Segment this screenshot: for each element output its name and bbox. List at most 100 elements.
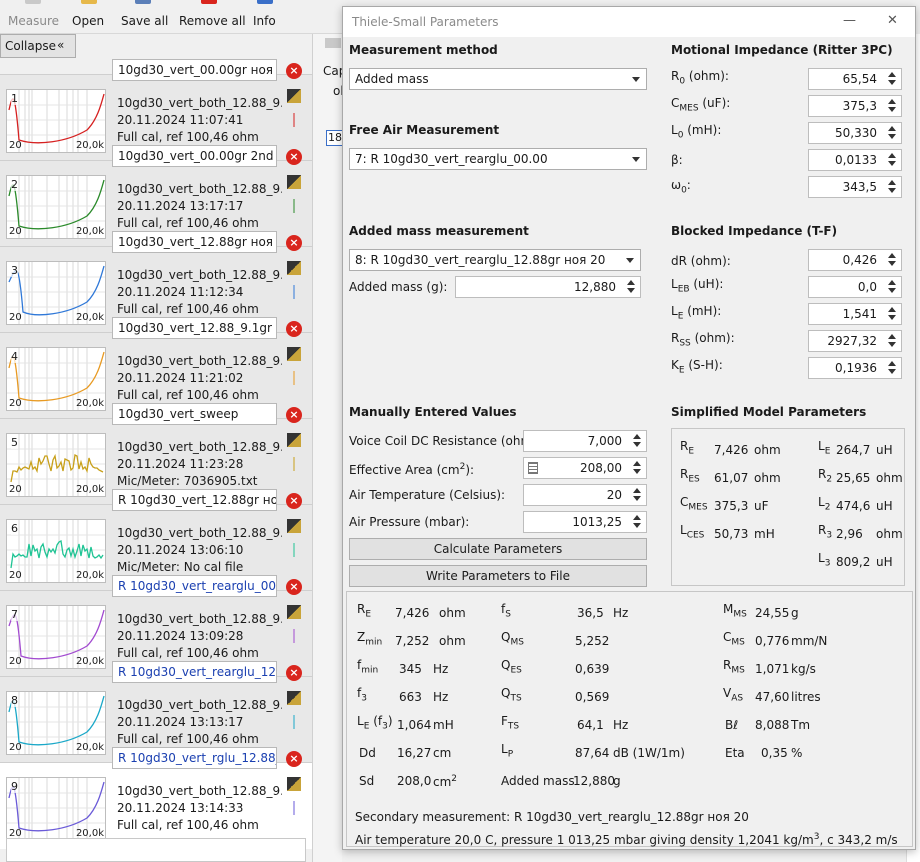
measurement-thumbnail[interactable]: 3 20 20,0k <box>6 261 106 325</box>
l0-input[interactable]: 50,330 <box>808 122 902 144</box>
omega0-input[interactable]: 343,5 <box>808 176 902 198</box>
minimize-icon[interactable]: — <box>843 13 856 28</box>
spinner-icon[interactable] <box>631 433 643 449</box>
remove-measurement-icon[interactable]: × <box>286 579 302 595</box>
voice-coil-input[interactable]: 7,000 <box>523 430 647 452</box>
measurement-name-field[interactable]: R 10gd30_vert_rearglu_00.00 <box>112 575 277 597</box>
save-measurement-icon[interactable] <box>287 175 301 189</box>
result-bl-value: 8,088 <box>755 718 790 732</box>
info-button[interactable]: Info <box>253 0 277 34</box>
measurement-method-select[interactable]: Added mass <box>349 68 647 90</box>
le-input[interactable]: 1,541 <box>808 303 902 325</box>
spinner-icon[interactable] <box>886 279 898 295</box>
spinner-icon[interactable] <box>631 514 643 530</box>
leb-input[interactable]: 0,0 <box>808 276 902 298</box>
save-all-button[interactable]: Save all <box>121 0 168 34</box>
measurement-name-field[interactable]: 10gd30_vert_sweep <box>112 403 277 425</box>
measurement-thumbnail[interactable]: 9 20 20,0k <box>6 777 106 841</box>
save-measurement-icon[interactable] <box>287 519 301 533</box>
line-color-icon[interactable] <box>287 371 301 385</box>
cmes-input[interactable]: 375,3 <box>808 95 902 117</box>
spinner-icon[interactable] <box>631 460 643 476</box>
remove-measurement-icon[interactable]: × <box>286 63 302 79</box>
remove-measurement-icon[interactable]: × <box>286 321 302 337</box>
measurement-thumbnail[interactable]: 4 20 20,0k <box>6 347 106 411</box>
measurement-thumbnail[interactable]: 2 20 20,0k <box>6 175 106 239</box>
measurement-thumbnail[interactable]: 6 20 20,0k <box>6 519 106 583</box>
spinner-icon[interactable] <box>886 125 898 141</box>
line-color-icon[interactable] <box>287 113 301 127</box>
spinner-icon[interactable] <box>886 179 898 195</box>
result-lef3-value: 1,064 <box>397 718 432 732</box>
save-measurement-icon[interactable] <box>287 89 301 103</box>
save-measurement-icon[interactable] <box>287 691 301 705</box>
added-mass-measurement-select[interactable]: 8: R 10gd30_vert_rearglu_12.88gr ноя 20 <box>349 249 641 271</box>
remove-measurement-icon[interactable]: × <box>286 149 302 165</box>
remove-all-button[interactable]: Remove all <box>179 0 246 34</box>
simplified-r3: R3 2,96 ohm <box>818 523 903 541</box>
measurement-name-field[interactable]: 10gd30_vert_00.00gr 2nd <box>112 145 277 167</box>
remove-measurement-icon[interactable]: × <box>286 407 302 423</box>
measurement-name-field[interactable]: R 10gd30_vert_12.88gr ноя 2 <box>112 489 277 511</box>
measurement-thumbnail[interactable]: 5 20 20,0k <box>6 433 106 497</box>
measurement-name-field[interactable]: 10gd30_vert_12.88_9.1gr <box>112 317 277 339</box>
free-air-select[interactable]: 7: R 10gd30_vert_rearglu_00.00 <box>349 148 647 170</box>
line-color-icon[interactable] <box>287 629 301 643</box>
air-pressure-input[interactable]: 1013,25 <box>523 511 647 533</box>
measurement-thumbnail[interactable]: 1 20 20,0k <box>6 89 106 153</box>
write-parameters-button[interactable]: Write Parameters to File <box>349 565 647 587</box>
spinner-icon[interactable] <box>886 71 898 87</box>
remove-measurement-icon[interactable]: × <box>286 235 302 251</box>
result-eta-value: 0,35 <box>761 746 788 760</box>
remove-measurement-icon[interactable]: × <box>286 751 302 767</box>
effective-area-input[interactable]: 208,00 <box>523 457 647 479</box>
spinner-icon[interactable] <box>886 252 898 268</box>
main-toolbar: Measure Open Save all Remove all Info <box>0 0 342 34</box>
save-measurement-icon[interactable] <box>287 433 301 447</box>
remove-measurement-icon[interactable]: × <box>286 665 302 681</box>
free-air-heading: Free Air Measurement <box>349 123 500 137</box>
open-button[interactable]: Open <box>72 0 106 34</box>
save-measurement-icon[interactable] <box>287 777 301 791</box>
close-icon[interactable]: ✕ <box>887 13 898 28</box>
spinner-icon[interactable] <box>886 306 898 322</box>
save-measurement-icon[interactable] <box>287 347 301 361</box>
added-mass-input[interactable]: 12,880 <box>455 276 641 298</box>
measurement-name-field[interactable]: 10gd30_vert_00.00gr ноя 2 <box>112 59 277 81</box>
spinner-icon[interactable] <box>886 98 898 114</box>
line-color-icon[interactable] <box>287 801 301 815</box>
remove-measurement-icon[interactable]: × <box>286 493 302 509</box>
line-color-icon[interactable] <box>287 285 301 299</box>
notes-box[interactable] <box>6 838 306 862</box>
spinner-icon[interactable] <box>631 487 643 503</box>
spinner-icon[interactable] <box>625 279 637 295</box>
beta-input[interactable]: 0,0133 <box>808 149 902 171</box>
measurement-date: 20.11.2024 11:21:02 <box>117 371 244 385</box>
calculator-icon[interactable] <box>528 462 538 474</box>
ts-parameters-dialog: Thiele-Small Parameters — ✕ Measurement … <box>342 6 916 850</box>
line-color-icon[interactable] <box>287 715 301 729</box>
line-color-icon[interactable] <box>287 199 301 213</box>
save-measurement-icon[interactable] <box>287 261 301 275</box>
measurement-name-field[interactable]: R 10gd30_vert_rglu_12.88_9. <box>112 747 277 769</box>
dr-input[interactable]: 0,426 <box>808 249 902 271</box>
r0-input[interactable]: 65,54 <box>808 68 902 90</box>
simplified-re: RE 7,426 ohm <box>680 439 781 457</box>
spinner-icon[interactable] <box>886 152 898 168</box>
spinner-icon[interactable] <box>886 333 898 349</box>
line-color-icon[interactable] <box>287 457 301 471</box>
measure-button[interactable]: Measure <box>8 0 59 34</box>
measurement-thumbnail[interactable]: 8 20 20,0k <box>6 691 106 755</box>
measurement-name-field[interactable]: R 10gd30_vert_rearglu_12.88 <box>112 661 277 683</box>
measurement-thumbnail[interactable]: 7 20 20,0k <box>6 605 106 669</box>
ke-input[interactable]: 0,1936 <box>808 357 902 379</box>
measurement-name-field[interactable]: 10gd30_vert_12.88gr ноя 2 <box>112 231 277 253</box>
collapse-button[interactable]: Collapse « <box>0 34 76 58</box>
spinner-icon[interactable] <box>886 360 898 376</box>
air-temperature-input[interactable]: 20 <box>523 484 647 506</box>
save-measurement-icon[interactable] <box>287 605 301 619</box>
line-color-icon[interactable] <box>287 543 301 557</box>
calculate-parameters-button[interactable]: Calculate Parameters <box>349 538 647 560</box>
rss-input[interactable]: 2927,32 <box>808 330 902 352</box>
measurement-item[interactable]: R 10gd30_vert_rglu_12.88_9. × 9 20 20,0k 10gd… <box>0 747 312 849</box>
